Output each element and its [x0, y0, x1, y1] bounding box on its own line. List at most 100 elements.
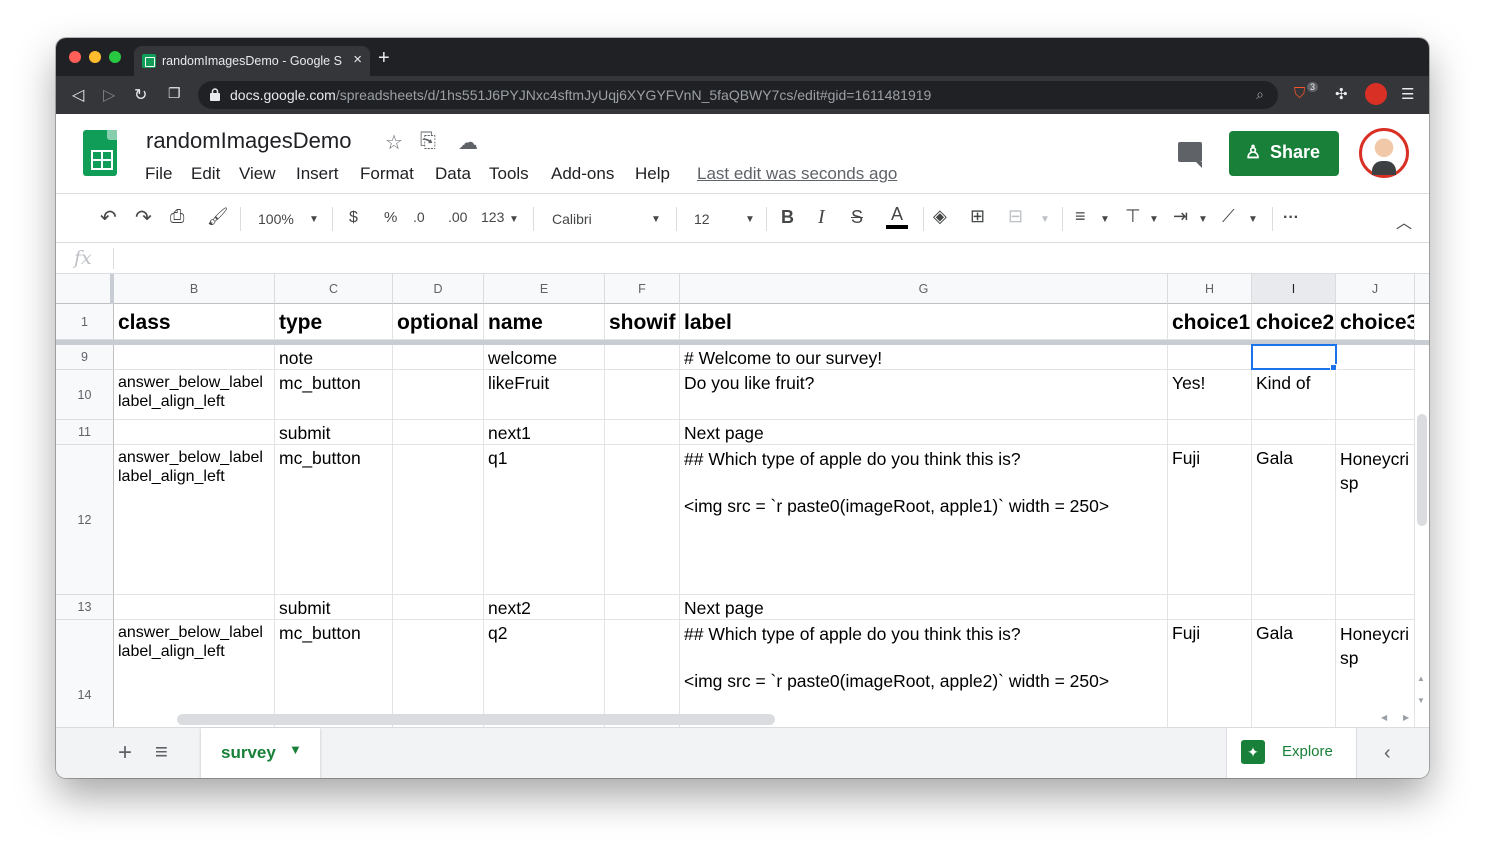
percent-format-button[interactable]: % [384, 209, 397, 226]
menu-data[interactable]: Data [435, 164, 471, 184]
fill-handle[interactable] [1330, 364, 1337, 371]
cell-f11[interactable] [605, 420, 680, 445]
share-button[interactable]: ♙ Share [1229, 131, 1339, 176]
scroll-down-icon[interactable]: ▼ [1417, 696, 1425, 705]
cell-b14[interactable]: answer_below_label label_align_left [114, 620, 275, 727]
cell-b11[interactable] [114, 420, 275, 445]
cell-f13[interactable] [605, 595, 680, 620]
cell-h9[interactable] [1168, 345, 1252, 370]
close-window-button[interactable] [69, 51, 81, 63]
menu-tools[interactable]: Tools [489, 164, 529, 184]
merge-dropdown-icon[interactable]: ▼ [1040, 214, 1050, 225]
header-cell-label[interactable]: label [680, 304, 1168, 340]
header-cell-optional[interactable]: optional [393, 304, 484, 340]
menu-icon[interactable]: ☰ [1401, 85, 1414, 103]
star-icon[interactable]: ☆ [385, 130, 403, 155]
zoom-select[interactable]: 100% [258, 211, 294, 227]
all-sheets-button[interactable]: ≡ [155, 739, 168, 765]
cell-i10[interactable]: Kind of [1252, 370, 1336, 420]
menu-help[interactable]: Help [635, 164, 670, 184]
borders-icon[interactable]: ⊞ [970, 206, 985, 227]
scroll-right-icon[interactable]: ▶ [1403, 713, 1409, 722]
increase-decimal-button[interactable]: .00 [448, 209, 467, 225]
number-format-button[interactable]: 123 [481, 209, 504, 225]
sheets-logo-icon[interactable] [83, 130, 117, 176]
font-dropdown-icon[interactable]: ▼ [651, 214, 661, 225]
print-icon[interactable]: ⎙ [170, 206, 184, 227]
more-options-button[interactable]: ··· [1283, 209, 1299, 227]
cell-h14[interactable]: Fuji [1168, 620, 1252, 727]
cell-h10[interactable]: Yes! [1168, 370, 1252, 420]
row-header-9[interactable]: 9 [56, 345, 114, 370]
menu-view[interactable]: View [239, 164, 276, 184]
add-sheet-button[interactable]: + [118, 739, 132, 767]
profile-ext-icon[interactable] [1365, 83, 1387, 105]
vertical-align-icon[interactable]: ⊤ [1125, 206, 1141, 227]
text-wrap-dropdown-icon[interactable]: ▼ [1198, 214, 1208, 225]
cell-h12[interactable]: Fuji [1168, 445, 1252, 595]
redo-icon[interactable]: ↷ [135, 205, 152, 230]
cell-j9[interactable] [1336, 345, 1415, 370]
text-wrap-icon[interactable]: ⇥ [1173, 206, 1188, 227]
header-cell-choice2[interactable]: choice2 [1252, 304, 1336, 340]
font-size-select[interactable]: 12 [694, 211, 710, 227]
header-cell-class[interactable]: class [114, 304, 275, 340]
cell-g10[interactable]: Do you like fruit? [680, 370, 1168, 420]
cell-i13[interactable] [1252, 595, 1336, 620]
cell-e13[interactable]: next2 [484, 595, 605, 620]
number-format-dropdown-icon[interactable]: ▼ [509, 214, 519, 225]
font-family-select[interactable]: Calibri [552, 211, 592, 227]
cell-d9[interactable] [393, 345, 484, 370]
cell-i11[interactable] [1252, 420, 1336, 445]
zoom-window-button[interactable] [109, 51, 121, 63]
cell-b12[interactable]: answer_below_label label_align_left [114, 445, 275, 595]
cell-e11[interactable]: next1 [484, 420, 605, 445]
cell-e12[interactable]: q1 [484, 445, 605, 595]
menu-format[interactable]: Format [360, 164, 414, 184]
column-header-j[interactable]: J [1336, 274, 1415, 304]
horizontal-scrollbar-thumb[interactable] [177, 714, 775, 725]
header-cell-type[interactable]: type [275, 304, 393, 340]
doc-title[interactable]: randomImagesDemo [146, 128, 351, 154]
cell-d11[interactable] [393, 420, 484, 445]
tab-close-icon[interactable]: × [353, 51, 362, 68]
cell-f14[interactable] [605, 620, 680, 727]
account-avatar[interactable] [1359, 128, 1409, 178]
cell-d13[interactable] [393, 595, 484, 620]
column-header-g[interactable]: G [680, 274, 1168, 304]
column-header-c[interactable]: C [275, 274, 393, 304]
sheet-tab-survey[interactable]: survey ▼ [201, 728, 320, 778]
cell-d14[interactable] [393, 620, 484, 727]
column-header-e[interactable]: E [484, 274, 605, 304]
comment-history-icon[interactable] [1178, 142, 1202, 168]
browser-tab[interactable]: randomImagesDemo - Google Sheets × [134, 46, 370, 76]
column-header-f[interactable]: F [605, 274, 680, 304]
cell-g11[interactable]: Next page [680, 420, 1168, 445]
select-all-corner[interactable] [56, 274, 114, 304]
header-cell-name[interactable]: name [484, 304, 605, 340]
cell-i14[interactable]: Gala [1252, 620, 1336, 727]
cell-g9[interactable]: # Welcome to our survey! [680, 345, 1168, 370]
cloud-saved-icon[interactable]: ☁ [458, 130, 478, 155]
text-rotation-dropdown-icon[interactable]: ▼ [1248, 214, 1258, 225]
collapse-toolbar-icon[interactable]: ︿ [1396, 209, 1412, 233]
cell-j14[interactable]: Honeycri sp [1336, 620, 1415, 727]
header-cell-choice3[interactable]: choice3 [1336, 304, 1415, 340]
row-header-10[interactable]: 10 [56, 370, 114, 420]
last-edit-link[interactable]: Last edit was seconds ago [697, 164, 897, 184]
omnibox[interactable]: docs.google.com/spreadsheets/d/1hs551J6P… [198, 81, 1278, 109]
currency-format-button[interactable]: $ [349, 209, 358, 227]
column-header-i[interactable]: I [1252, 274, 1336, 304]
cell-e10[interactable]: likeFruit [484, 370, 605, 420]
cell-j11[interactable] [1336, 420, 1415, 445]
cell-h13[interactable] [1168, 595, 1252, 620]
strikethrough-button[interactable]: S [851, 207, 863, 228]
vertical-align-dropdown-icon[interactable]: ▼ [1149, 214, 1159, 225]
cell-b10[interactable]: answer_below_label label_align_left [114, 370, 275, 420]
vertical-scrollbar-thumb[interactable] [1417, 414, 1427, 526]
zoom-dropdown-icon[interactable]: ▼ [309, 214, 319, 225]
italic-button[interactable]: I [818, 206, 825, 229]
horizontal-align-dropdown-icon[interactable]: ▼ [1100, 214, 1110, 225]
decrease-decimal-button[interactable]: .0 [413, 209, 425, 225]
horizontal-align-icon[interactable]: ≡ [1075, 206, 1086, 227]
